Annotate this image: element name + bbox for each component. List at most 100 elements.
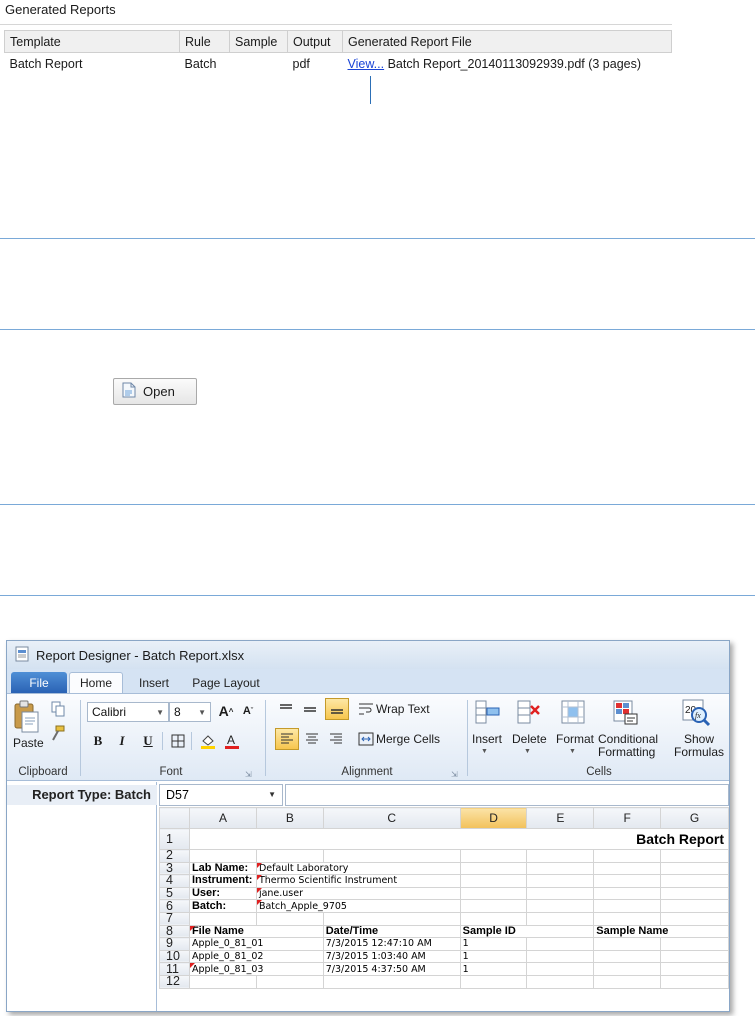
cell[interactable]: [459, 849, 528, 863]
column-header-f[interactable]: F: [593, 807, 662, 829]
cell[interactable]: [255, 911, 324, 926]
font-color-icon[interactable]: A: [223, 732, 241, 750]
cell[interactable]: [660, 911, 729, 926]
cell[interactable]: [593, 861, 662, 876]
tab-insert[interactable]: Insert: [129, 672, 179, 693]
row-header[interactable]: 9: [159, 937, 190, 951]
cell[interactable]: [322, 974, 461, 989]
view-report-link[interactable]: View...: [348, 57, 385, 71]
align-middle-icon[interactable]: [301, 700, 319, 718]
cell[interactable]: [526, 949, 595, 964]
row-header[interactable]: 6: [159, 899, 190, 913]
date-time-cell[interactable]: 7/3/2015 12:47:10 AM: [322, 937, 461, 951]
font-name-dropdown[interactable]: Calibri ▼: [87, 702, 169, 722]
delete-label[interactable]: Delete: [512, 732, 547, 746]
tab-page-layout[interactable]: Page Layout: [183, 672, 269, 693]
cell[interactable]: [526, 874, 595, 888]
conditional-formatting-label-2[interactable]: Formatting: [598, 745, 655, 759]
format-label[interactable]: Format: [556, 732, 594, 746]
column-header-report-file[interactable]: Generated Report File: [342, 30, 672, 53]
cell[interactable]: [526, 861, 595, 876]
sample-id-cell[interactable]: 1: [459, 949, 528, 964]
dialog-launcher-icon[interactable]: ⇲: [451, 770, 458, 779]
cell[interactable]: [188, 974, 257, 989]
align-top-icon[interactable]: [277, 700, 295, 718]
sample-id-header[interactable]: Sample ID: [459, 924, 595, 939]
tab-file[interactable]: File: [11, 672, 67, 693]
cell[interactable]: [459, 911, 528, 926]
column-header-sample[interactable]: Sample: [229, 30, 288, 53]
italic-icon[interactable]: I: [113, 732, 131, 750]
instrument-label[interactable]: Instrument:: [188, 874, 257, 888]
cell[interactable]: [255, 849, 324, 863]
cell[interactable]: [188, 849, 257, 863]
sample-id-cell[interactable]: 1: [459, 962, 528, 976]
row-header[interactable]: 10: [159, 949, 190, 964]
cell[interactable]: [660, 949, 729, 964]
cell[interactable]: [526, 911, 595, 926]
cell[interactable]: [526, 849, 595, 863]
column-header-d[interactable]: D: [459, 807, 528, 829]
row-header[interactable]: 1: [159, 828, 190, 850]
file-name-cell[interactable]: Apple_0_81_02: [188, 949, 324, 964]
row-header[interactable]: 12: [159, 974, 190, 989]
select-all-corner[interactable]: [159, 807, 190, 829]
insert-label[interactable]: Insert: [472, 732, 502, 746]
cell[interactable]: [188, 911, 257, 926]
table-row[interactable]: Batch Report Batch pdf View... Batch Rep…: [5, 53, 672, 75]
show-formulas-icon[interactable]: 20 fx: [681, 698, 711, 733]
format-painter-icon[interactable]: [49, 724, 67, 742]
file-name-header[interactable]: File Name: [188, 924, 324, 939]
column-header-template[interactable]: Template: [4, 30, 180, 53]
cell[interactable]: [526, 937, 595, 951]
row-header[interactable]: 8: [159, 924, 190, 939]
column-header-e[interactable]: E: [526, 807, 595, 829]
cell[interactable]: [593, 899, 662, 913]
column-header-a[interactable]: A: [188, 807, 257, 829]
cell[interactable]: [660, 962, 729, 976]
cell[interactable]: [593, 962, 662, 976]
bold-icon[interactable]: B: [89, 732, 107, 750]
row-header[interactable]: 4: [159, 874, 190, 888]
paste-label[interactable]: Paste: [13, 736, 44, 750]
column-header-rule[interactable]: Rule: [179, 30, 230, 53]
column-header-c[interactable]: C: [322, 807, 461, 829]
copy-icon[interactable]: [49, 700, 67, 718]
delete-cells-icon[interactable]: [515, 698, 543, 731]
show-formulas-label-2[interactable]: Formulas: [673, 745, 725, 759]
cell[interactable]: [660, 849, 729, 863]
borders-icon[interactable]: [169, 732, 187, 750]
grow-font-icon[interactable]: A ^: [217, 702, 235, 720]
cell[interactable]: [255, 974, 324, 989]
sample-id-cell[interactable]: 1: [459, 937, 528, 951]
cell[interactable]: [593, 949, 662, 964]
row-header[interactable]: 2: [159, 849, 190, 863]
batch-value[interactable]: Batch_Apple_9705: [255, 899, 461, 913]
row-header[interactable]: 5: [159, 886, 190, 901]
show-formulas-label-1[interactable]: Show: [673, 732, 725, 746]
date-time-header[interactable]: Date/Time: [322, 924, 461, 939]
cell[interactable]: [593, 849, 662, 863]
cell[interactable]: [660, 861, 729, 876]
cell[interactable]: [593, 911, 662, 926]
wrap-text-label[interactable]: Wrap Text: [376, 702, 430, 716]
lab-name-label[interactable]: Lab Name:: [188, 861, 257, 876]
row-header[interactable]: 7: [159, 911, 190, 926]
column-header-b[interactable]: B: [255, 807, 324, 829]
conditional-formatting-icon[interactable]: [611, 698, 639, 731]
batch-label[interactable]: Batch:: [188, 899, 257, 913]
wrap-text-icon[interactable]: [357, 700, 375, 718]
date-time-cell[interactable]: 7/3/2015 4:37:50 AM: [322, 962, 461, 976]
cell[interactable]: [322, 849, 461, 863]
row-header[interactable]: 11: [159, 962, 190, 976]
font-size-dropdown[interactable]: 8 ▼: [169, 702, 211, 722]
user-label[interactable]: User:: [188, 886, 257, 901]
cell[interactable]: [660, 899, 729, 913]
cell[interactable]: [459, 886, 528, 901]
name-box[interactable]: D57 ▼: [159, 784, 283, 806]
fill-color-icon[interactable]: [199, 732, 217, 750]
formula-bar[interactable]: [285, 784, 729, 806]
column-header-g[interactable]: G: [660, 807, 729, 829]
cell[interactable]: [660, 937, 729, 951]
paste-icon[interactable]: [13, 700, 41, 739]
